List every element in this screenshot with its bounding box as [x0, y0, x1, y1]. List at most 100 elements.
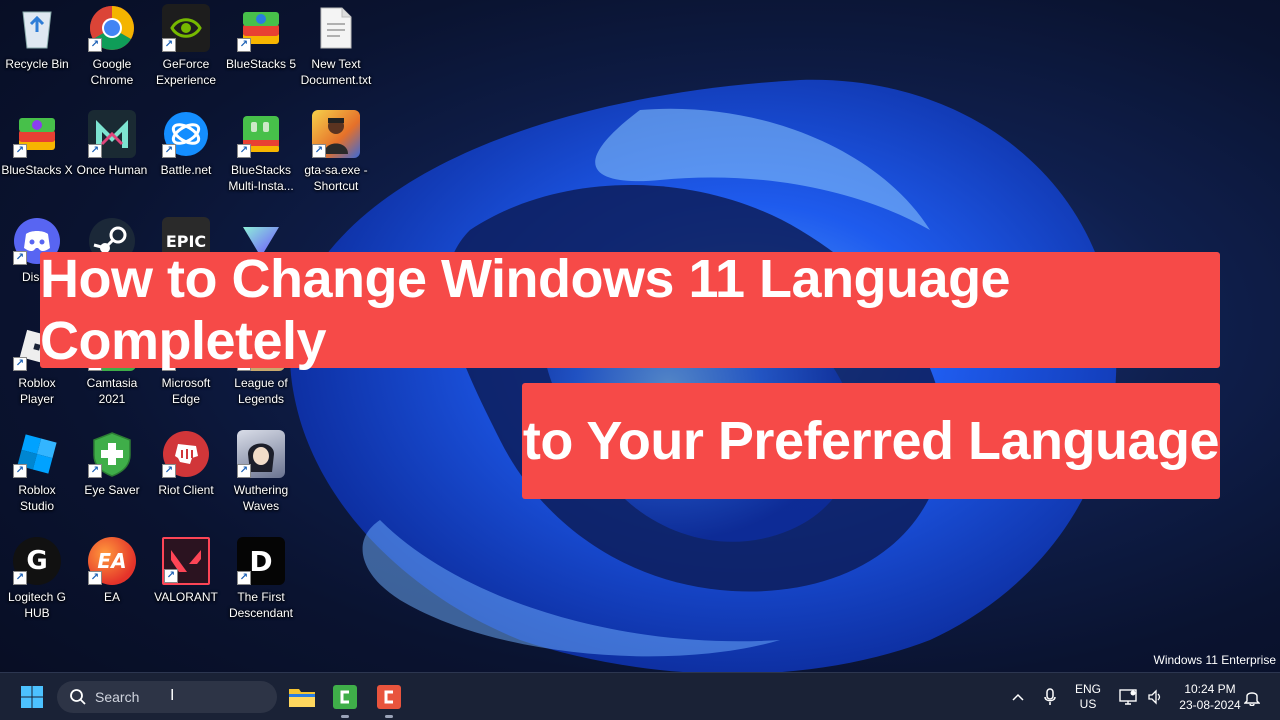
running-indicator	[341, 715, 349, 718]
desktop-icon-bluestacks-x[interactable]: ↗ BlueStacks X	[0, 110, 74, 178]
clock[interactable]: 10:24 PM 23-08-2024	[1170, 673, 1250, 720]
network-icon	[1119, 689, 1137, 705]
icon-label: Microsoft Edge	[161, 376, 211, 406]
desktop-icon-the-first-descendant[interactable]: D ↗ The First Descendant	[224, 537, 298, 621]
desktop-icon-riot-client[interactable]: ↗ Riot Client	[149, 430, 223, 498]
icon-label: Recycle Bin	[5, 57, 69, 71]
icon-label: VALORANT	[154, 590, 218, 604]
icon-label: Once Human	[76, 163, 148, 177]
wuthering-waves-icon: ↗	[237, 430, 285, 478]
quick-settings-button[interactable]	[1114, 673, 1168, 720]
icon-label: GeForce Experience	[155, 57, 217, 87]
icon-label: BlueStacks 5	[225, 57, 297, 71]
desktop-icon-valorant[interactable]: ↗ VALORANT	[149, 537, 223, 605]
shortcut-arrow-icon: ↗	[13, 357, 27, 371]
language-indicator[interactable]: ENG US	[1068, 673, 1108, 720]
desktop-icon-bluestacks-5[interactable]: ↗ BlueStacks 5	[224, 4, 298, 72]
title-banner-line-2: to Your Preferred Language	[522, 383, 1220, 499]
shortcut-arrow-icon: ↗	[13, 251, 27, 265]
microphone-icon	[1044, 688, 1056, 705]
icon-label: League of Legends	[234, 376, 288, 406]
clock-time: 10:24 PM	[1184, 682, 1236, 696]
language-code: ENG	[1074, 682, 1101, 696]
desktop-icon-roblox-studio[interactable]: ↗ Roblox Studio	[0, 430, 74, 514]
show-hidden-icons-button[interactable]	[1006, 673, 1030, 720]
logitech-logo-text: G	[26, 546, 48, 576]
bluestacks-x-icon: ↗	[13, 110, 61, 158]
desktop-icon-new-text-document[interactable]: New Text Document.txt	[299, 4, 373, 88]
taskbar: Search I ENG US 10:24 PM 23-08-2024	[0, 672, 1280, 720]
shortcut-arrow-icon: ↗	[88, 38, 102, 52]
icon-label: Roblox Studio	[18, 483, 56, 513]
shortcut-arrow-icon: ↗	[13, 464, 27, 478]
taskbar-camtasia-recorder[interactable]	[371, 681, 407, 718]
clock-date: 23-08-2024	[1179, 698, 1241, 712]
taskbar-camtasia[interactable]	[327, 681, 363, 718]
taskbar-search-box[interactable]: Search I	[57, 681, 277, 713]
chrome-icon: ↗	[88, 4, 136, 52]
icon-label: New Text Document.txt	[300, 57, 372, 87]
gta-icon: ↗	[312, 110, 360, 158]
camtasia-recorder-icon	[377, 685, 401, 709]
shortcut-arrow-icon: ↗	[88, 571, 102, 585]
desktop-icon-battlenet[interactable]: ↗ Battle.net	[149, 110, 223, 178]
icon-label: EA	[103, 590, 120, 604]
keyboard-region: US	[1079, 697, 1097, 711]
geforce-icon: ↗	[162, 4, 210, 52]
shortcut-arrow-icon: ↗	[162, 144, 176, 158]
shortcut-arrow-icon: ↗	[164, 569, 178, 583]
battlenet-icon: ↗	[162, 110, 210, 158]
running-indicator	[385, 715, 393, 718]
shortcut-arrow-icon: ↗	[237, 571, 251, 585]
icon-label: Wuthering Waves	[233, 483, 289, 513]
file-explorer-icon	[289, 689, 315, 707]
eye-saver-icon: ↗	[88, 430, 136, 478]
desktop-icon-recycle-bin[interactable]: Recycle Bin	[0, 4, 74, 72]
shortcut-arrow-icon: ↗	[88, 144, 102, 158]
desktop-icon-bluestacks-multi[interactable]: ↗ BlueStacks Multi-Insta...	[224, 110, 298, 194]
recycle-bin-icon	[13, 4, 61, 52]
bluestacks-icon: ↗	[237, 4, 285, 52]
desktop-icon-google-chrome[interactable]: ↗ Google Chrome	[75, 4, 149, 88]
desktop-icon-logitech-g-hub[interactable]: G ↗ Logitech G HUB	[0, 537, 74, 621]
roblox-studio-icon: ↗	[13, 430, 61, 478]
desktop-icon-gta-sa[interactable]: ↗ gta-sa.exe - Shortcut	[299, 110, 373, 194]
valorant-icon: ↗	[162, 537, 210, 585]
desktop-icon-once-human[interactable]: ↗ Once Human	[75, 110, 149, 178]
start-button[interactable]	[16, 681, 48, 713]
desktop-icon-wuthering-waves[interactable]: ↗ Wuthering Waves	[224, 430, 298, 514]
ea-icon: EA ↗	[88, 537, 136, 585]
first-descendant-icon: D ↗	[237, 537, 285, 585]
shortcut-arrow-icon: ↗	[237, 144, 251, 158]
shortcut-arrow-icon: ↗	[13, 144, 27, 158]
icon-label: Camtasia 2021	[86, 376, 138, 406]
windows-edition-watermark: Windows 11 Enterprise	[1153, 653, 1277, 667]
desktop-icon-geforce[interactable]: ↗ GeForce Experience	[149, 4, 223, 88]
shortcut-arrow-icon: ↗	[88, 464, 102, 478]
icon-label: The First Descendant	[228, 590, 294, 620]
shortcut-arrow-icon: ↗	[312, 144, 326, 158]
shortcut-arrow-icon: ↗	[162, 464, 176, 478]
bluestacks-multi-icon: ↗	[237, 110, 285, 158]
notification-bell-icon	[1244, 692, 1260, 706]
text-cursor-icon: I	[170, 687, 175, 704]
shortcut-arrow-icon: ↗	[162, 38, 176, 52]
volume-icon	[1148, 689, 1161, 705]
icon-label: gta-sa.exe - Shortcut	[304, 163, 368, 193]
windows-logo-icon	[21, 686, 43, 708]
chevron-up-icon	[1012, 693, 1024, 701]
icon-label: Roblox Player	[18, 376, 56, 406]
taskbar-file-explorer[interactable]	[284, 681, 320, 713]
logitech-icon: G ↗	[13, 537, 61, 585]
icon-label: Google Chrome	[90, 57, 134, 87]
desktop-icon-ea[interactable]: EA ↗ EA	[75, 537, 149, 605]
once-human-icon: ↗	[88, 110, 136, 158]
icon-label: Riot Client	[158, 483, 214, 497]
shortcut-arrow-icon: ↗	[237, 38, 251, 52]
microphone-button[interactable]	[1038, 673, 1062, 720]
desktop-icon-eye-saver[interactable]: ↗ Eye Saver	[75, 430, 149, 498]
ea-logo-text: EA	[97, 549, 127, 573]
notifications-button[interactable]	[1242, 673, 1262, 720]
title-banner-line-1: How to Change Windows 11 Language Comple…	[40, 249, 1220, 371]
icon-label: BlueStacks X	[1, 163, 73, 177]
